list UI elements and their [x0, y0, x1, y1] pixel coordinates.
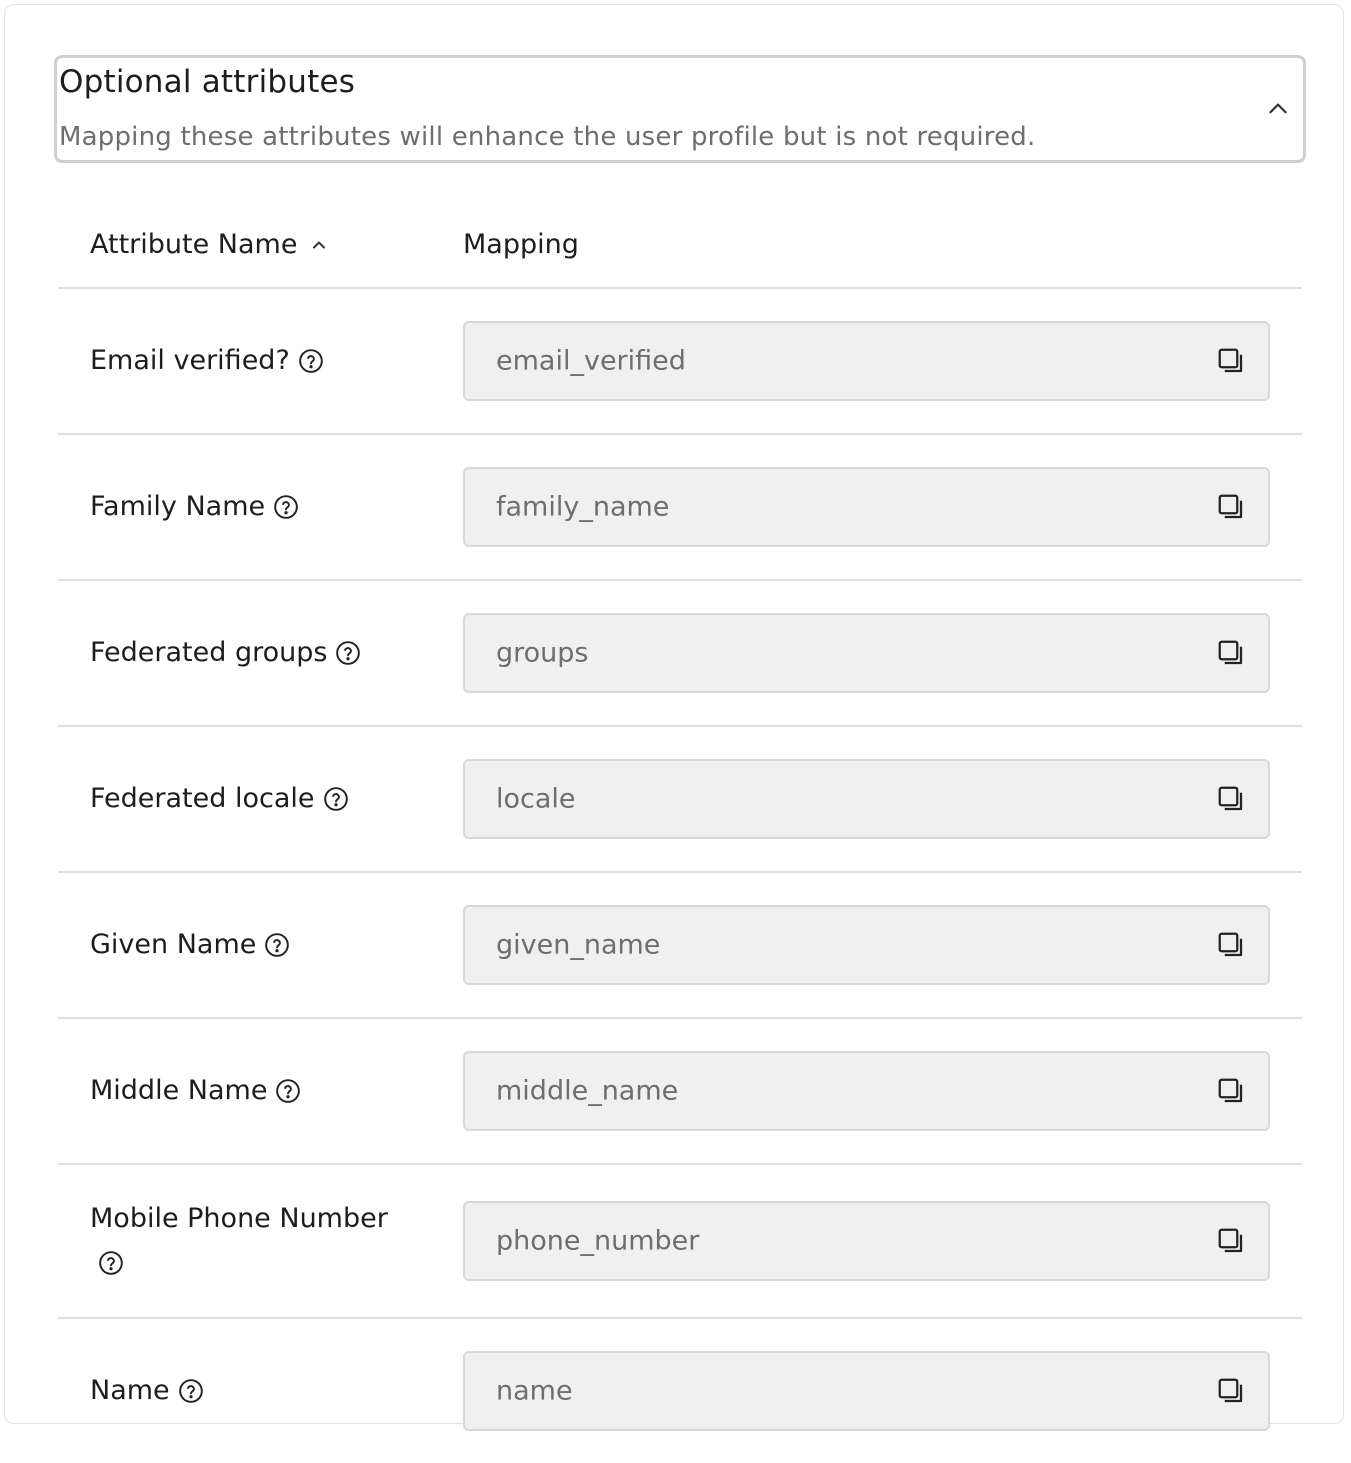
mapping-value: groups [496, 637, 589, 669]
attributes-table: Attribute Name Mapping Email verified? e… [58, 191, 1302, 1463]
mapping-field[interactable]: middle_name [463, 1051, 1270, 1131]
mapping-value: middle_name [496, 1075, 679, 1107]
help-circle-icon[interactable] [178, 1378, 204, 1404]
mapping-value: name [496, 1375, 573, 1407]
help-circle-icon[interactable] [264, 932, 290, 958]
attribute-name: Given Name [90, 923, 390, 967]
section-title: Optional attributes [59, 64, 356, 100]
mapping-field[interactable]: locale [463, 759, 1270, 839]
attribute-name-label: Given Name [90, 929, 257, 960]
sort-ascending-icon [313, 241, 326, 248]
attribute-name-column-header[interactable]: Attribute Name [90, 229, 329, 260]
table-row: Federated locale locale [58, 727, 1302, 873]
copy-icon[interactable] [1216, 492, 1246, 522]
attribute-name: Middle Name [90, 1069, 390, 1113]
table-body: Email verified? email_verified Family Na… [58, 289, 1302, 1463]
help-circle-icon[interactable] [298, 348, 324, 374]
mapping-value: locale [496, 783, 576, 815]
copy-icon[interactable] [1216, 1076, 1246, 1106]
optional-attributes-header[interactable]: Optional attributes Mapping these attrib… [54, 55, 1306, 163]
mapping-value: family_name [496, 491, 670, 523]
attribute-name-label: Family Name [90, 491, 266, 522]
mapping-field[interactable]: name [463, 1351, 1270, 1431]
attribute-name: Family Name [90, 485, 390, 529]
mapping-value: given_name [496, 929, 661, 961]
attribute-name: Federated groups [90, 631, 390, 675]
mapping-column-header: Mapping [463, 229, 579, 260]
help-circle-icon[interactable] [98, 1250, 124, 1276]
attribute-name-label: Email verified? [90, 345, 290, 376]
help-circle-icon[interactable] [273, 494, 299, 520]
attribute-name-label: Mobile Phone Number [90, 1203, 388, 1234]
attribute-name: Mobile Phone Number [90, 1197, 390, 1285]
table-row: Middle Name middle_name [58, 1019, 1302, 1165]
optional-attributes-card: Optional attributes Mapping these attrib… [4, 4, 1344, 1431]
copy-icon[interactable] [1216, 346, 1246, 376]
table-row: Mobile Phone Number phone_number [58, 1165, 1302, 1319]
help-circle-icon[interactable] [323, 786, 349, 812]
chevron-up-icon[interactable] [1265, 96, 1291, 122]
table-row: Email verified? email_verified [58, 289, 1302, 435]
attribute-name-label: Name [90, 1375, 170, 1406]
copy-icon[interactable] [1216, 1376, 1246, 1406]
mapping-field[interactable]: phone_number [463, 1201, 1270, 1281]
copy-icon[interactable] [1216, 638, 1246, 668]
help-circle-icon[interactable] [275, 1078, 301, 1104]
mapping-field[interactable]: given_name [463, 905, 1270, 985]
attribute-name: Name [90, 1369, 390, 1413]
attribute-name-label: Federated groups [90, 637, 328, 668]
copy-icon[interactable] [1216, 930, 1246, 960]
attribute-name: Email verified? [90, 339, 390, 383]
copy-icon[interactable] [1216, 1226, 1246, 1256]
attribute-name-header-label: Attribute Name [90, 229, 298, 260]
section-description: Mapping these attributes will enhance th… [59, 122, 1036, 152]
mapping-field[interactable]: groups [463, 613, 1270, 693]
attribute-name-label: Middle Name [90, 1075, 268, 1106]
mapping-field[interactable]: family_name [463, 467, 1270, 547]
copy-icon[interactable] [1216, 784, 1246, 814]
table-row: Given Name given_name [58, 873, 1302, 1019]
attribute-name-label: Federated locale [90, 783, 315, 814]
table-row: Family Name family_name [58, 435, 1302, 581]
mapping-value: phone_number [496, 1225, 700, 1257]
table-row: Name name [58, 1319, 1302, 1463]
mapping-value: email_verified [496, 345, 686, 377]
attribute-name: Federated locale [90, 777, 390, 821]
help-circle-icon[interactable] [335, 640, 361, 666]
table-row: Federated groups groups [58, 581, 1302, 727]
mapping-field[interactable]: email_verified [463, 321, 1270, 401]
table-header: Attribute Name Mapping [58, 191, 1302, 289]
